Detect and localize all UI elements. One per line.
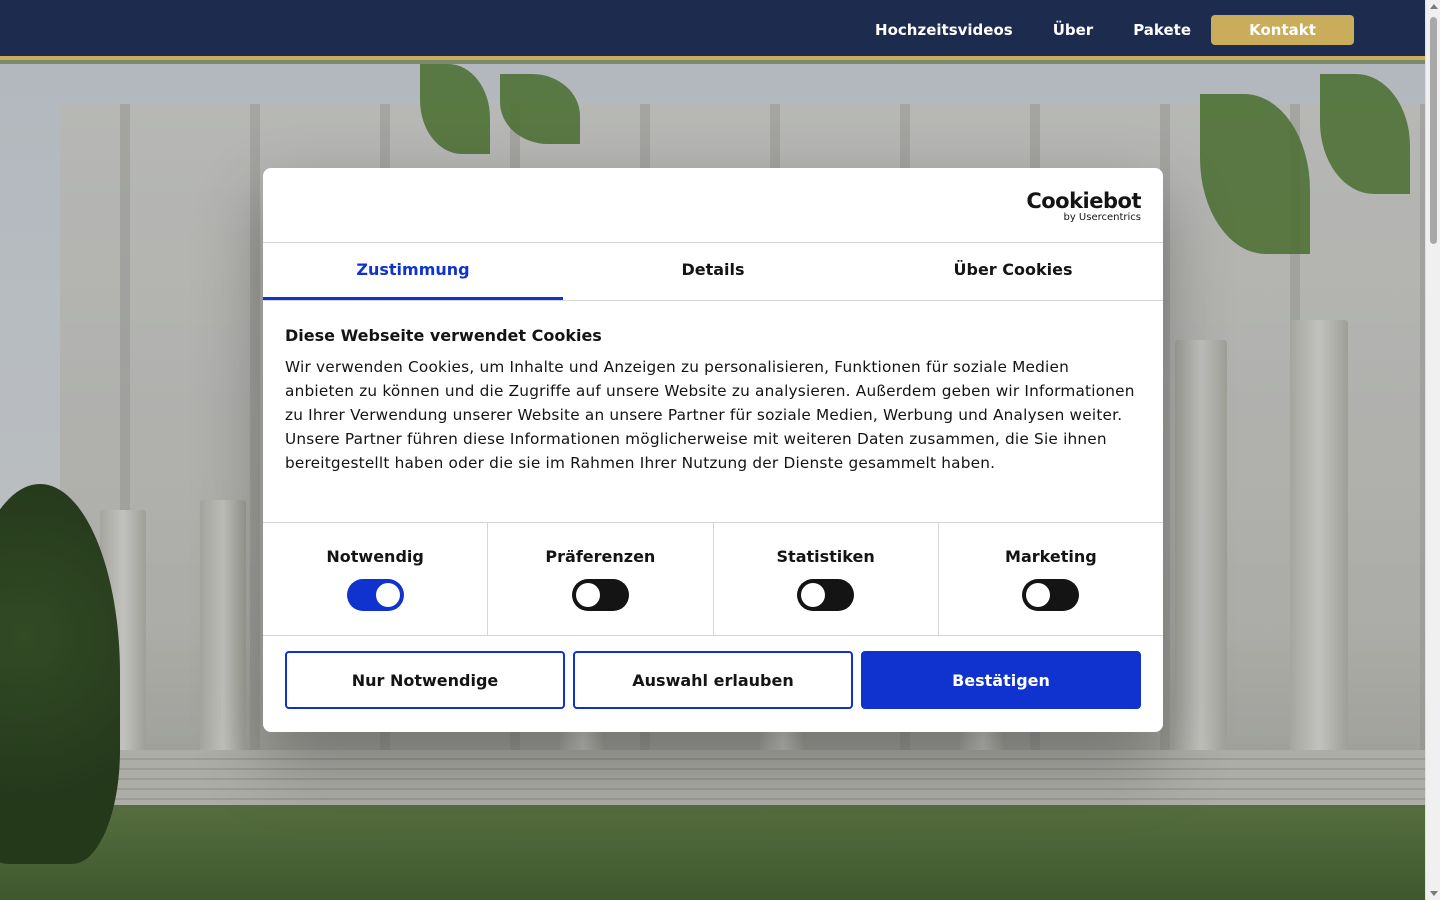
toggle-knob [1026, 583, 1051, 607]
consent-toggles: Notwendig Präferenzen Statistiken Market… [263, 523, 1163, 636]
consent-body: Diese Webseite verwendet Cookies Wir ver… [263, 301, 1163, 523]
logo-sub: by Usercentrics [1063, 212, 1141, 223]
statistiken-toggle[interactable] [797, 579, 855, 611]
consent-actions: Nur Notwendige Auswahl erlauben Bestätig… [263, 636, 1163, 724]
scroll-up-icon[interactable] [1430, 4, 1438, 9]
kontakt-button[interactable]: Kontakt [1211, 15, 1354, 45]
dialog-tabs: Zustimmung Details Über Cookies [263, 243, 1163, 301]
nav-item-ueber[interactable]: Über [1053, 15, 1094, 45]
toggle-label: Statistiken [776, 547, 875, 566]
notwendig-toggle[interactable] [346, 579, 404, 611]
cookiebot-logo: Cookiebot by Usercentrics [1026, 190, 1141, 223]
nav-item-hochzeitsvideos[interactable]: Hochzeitsvideos [875, 15, 1013, 45]
consent-title: Diese Webseite verwendet Cookies [285, 326, 602, 345]
marketing-toggle[interactable] [1022, 579, 1080, 611]
dialog-header: Cookiebot by Usercentrics [263, 168, 1163, 243]
toggle-cell-statistiken: Statistiken [714, 523, 939, 635]
toggle-knob [801, 583, 826, 607]
toggle-label: Marketing [1005, 547, 1097, 566]
tab-details[interactable]: Details [563, 243, 863, 300]
site-header: Hochzeitsvideos Über Pakete Kontakt [0, 0, 1425, 60]
praeferenzen-toggle[interactable] [571, 579, 629, 611]
confirm-button[interactable]: Bestätigen [861, 651, 1141, 709]
consent-text: Wir verwenden Cookies, um Inhalte und An… [285, 358, 1135, 472]
toggle-cell-praeferenzen: Präferenzen [488, 523, 714, 635]
cookie-consent-dialog: Cookiebot by Usercentrics Zustimmung Det… [263, 168, 1163, 732]
toggle-label: Notwendig [326, 547, 424, 566]
nav-item-pakete[interactable]: Pakete [1133, 15, 1191, 45]
toggle-knob [575, 583, 600, 607]
necessary-only-button[interactable]: Nur Notwendige [285, 651, 565, 709]
logo-name: Cookiebot [1026, 189, 1141, 213]
toggle-knob [375, 583, 400, 607]
tab-zustimmung[interactable]: Zustimmung [263, 243, 563, 300]
page-scrollbar[interactable] [1425, 0, 1440, 900]
toggle-cell-notwendig: Notwendig [263, 523, 489, 635]
tab-ueber-cookies[interactable]: Über Cookies [863, 243, 1163, 300]
toggle-cell-marketing: Marketing [939, 523, 1163, 635]
main-nav: Hochzeitsvideos Über Pakete Kontakt [835, 15, 1354, 45]
scrollbar-thumb[interactable] [1430, 17, 1437, 244]
scroll-down-icon[interactable] [1430, 891, 1438, 896]
allow-selection-button[interactable]: Auswahl erlauben [573, 651, 853, 709]
toggle-label: Präferenzen [545, 547, 656, 566]
